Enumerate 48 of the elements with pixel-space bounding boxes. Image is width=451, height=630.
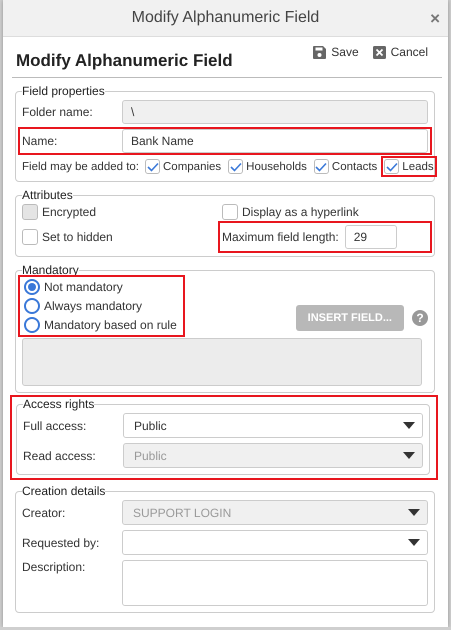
- checkbox-label: Display as a hyperlink: [242, 205, 359, 219]
- caret-icon: [403, 452, 415, 459]
- checkbox[interactable]: [228, 159, 244, 174]
- field-label: Creator:: [22, 506, 66, 520]
- section-title: Field properties: [22, 84, 105, 98]
- checkbox-label: Set to hidden: [42, 230, 113, 244]
- checkbox[interactable]: [384, 159, 400, 174]
- close-icon: [372, 46, 386, 58]
- checkbox-label: Contacts: [332, 160, 378, 172]
- field-label: Folder name:: [22, 105, 94, 119]
- save-button[interactable]: Save: [313, 45, 359, 59]
- checkbox[interactable]: [314, 159, 329, 174]
- radio-label: Not mandatory: [44, 280, 123, 294]
- section-title: Mandatory: [22, 263, 79, 277]
- caret-icon: [408, 539, 420, 546]
- radio-label: Always mandatory: [44, 299, 142, 313]
- field-label: Read access:: [23, 448, 97, 462]
- field-label: Requested by:: [22, 536, 100, 550]
- caret-icon: [408, 509, 420, 516]
- dialog-heading: Modify Alphanumeric Field: [16, 51, 233, 71]
- window-title: Modify Alphanumeric Field: [132, 9, 320, 27]
- caret-icon: [403, 422, 415, 429]
- name-field[interactable]: Bank Name: [122, 129, 428, 153]
- checkbox[interactable]: [145, 159, 160, 174]
- checkbox-label: Leads: [402, 160, 434, 172]
- max-length-field[interactable]: 29: [344, 225, 397, 249]
- dropdown[interactable]: Public: [123, 413, 423, 438]
- cancel-button[interactable]: Cancel: [372, 45, 428, 59]
- checkbox[interactable]: [222, 204, 238, 220]
- checkbox-label: Encrypted: [42, 205, 96, 219]
- description-field[interactable]: [122, 560, 428, 606]
- field-label: Description:: [22, 560, 86, 574]
- field-label: Name:: [22, 134, 58, 148]
- checkbox-label: Companies: [163, 160, 222, 172]
- field-label: Maximum field length:: [222, 230, 339, 244]
- save-icon: [313, 46, 326, 58]
- radio-button[interactable]: [24, 279, 40, 295]
- checkbox[interactable]: [22, 229, 38, 245]
- field-label: Full access:: [23, 418, 88, 432]
- section-title: Attributes: [22, 188, 73, 202]
- section-title: Creation details: [22, 484, 106, 498]
- field-label: Field may be added to:: [22, 160, 139, 172]
- close-button[interactable]: ×: [430, 9, 440, 29]
- radio-label: Mandatory based on rule: [44, 318, 177, 332]
- section-title: Access rights: [23, 397, 94, 411]
- radio-button[interactable]: [24, 317, 40, 333]
- checkbox-label: Households: [246, 160, 307, 172]
- radio-button[interactable]: [24, 298, 40, 314]
